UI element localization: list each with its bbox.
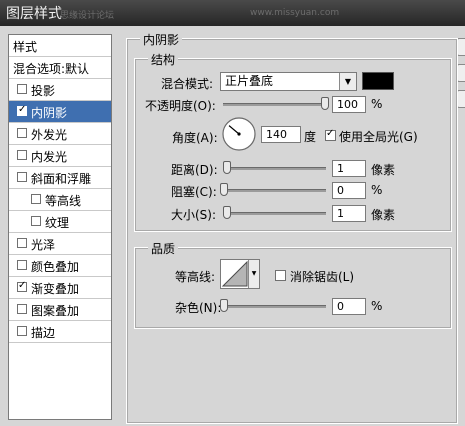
watermark-url: www.missyuan.com <box>250 8 340 18</box>
noise-slider-handle[interactable] <box>220 299 228 312</box>
antialias-label: 消除锯齿(L) <box>290 270 355 284</box>
global-light-checkbox[interactable] <box>325 128 336 141</box>
blend-mode-value: 正片叠底 <box>225 74 274 88</box>
contour-label: 等高线: <box>175 270 216 284</box>
size-slider-handle[interactable] <box>223 206 231 219</box>
new-style-button[interactable] <box>457 90 465 108</box>
angle-unit: 度 <box>304 130 317 144</box>
angle-dial[interactable] <box>221 116 257 152</box>
angle-input[interactable]: 140 <box>261 126 301 143</box>
opacity-slider-track[interactable] <box>223 103 326 106</box>
distance-slider-track[interactable] <box>223 167 326 170</box>
noise-unit: % <box>371 299 383 313</box>
sidebar-item-label: 描边 <box>31 326 56 340</box>
sidebar-item-label: 内阴影 <box>31 106 68 120</box>
sidebar-item[interactable]: 样式 <box>9 35 111 57</box>
sidebar-item-checkbox[interactable] <box>31 216 41 226</box>
blend-mode-select[interactable]: 正片叠底 ▼ <box>220 72 357 91</box>
sidebar-item[interactable]: 等高线 <box>9 189 111 211</box>
distance-unit: 像素 <box>371 163 396 177</box>
opacity-label: 不透明度(O): <box>145 99 216 113</box>
sidebar-item[interactable]: 混合选项:默认 <box>9 57 111 79</box>
sidebar-item-label: 光泽 <box>31 238 56 252</box>
chevron-down-icon: ▼ <box>339 73 356 90</box>
sidebar-item[interactable]: 颜色叠加 <box>9 255 111 277</box>
title-bar: 图层样式 思缘设计论坛 www.missyuan.com <box>0 0 465 26</box>
sidebar-item[interactable]: 描边 <box>9 321 111 343</box>
sidebar-item-checkbox[interactable] <box>17 260 27 270</box>
choke-slider-handle[interactable] <box>220 183 228 196</box>
choke-slider-track[interactable] <box>223 189 326 192</box>
ok-button[interactable] <box>457 38 465 56</box>
sidebar-item-label: 斜面和浮雕 <box>31 172 92 186</box>
sidebar-item[interactable]: 纹理 <box>9 211 111 233</box>
styles-list: 样式混合选项:默认投影内阴影外发光内发光斜面和浮雕等高线纹理光泽颜色叠加渐变叠加… <box>8 34 112 420</box>
shadow-color-swatch[interactable] <box>362 72 394 90</box>
window-title: 图层样式 <box>6 6 62 22</box>
noise-input[interactable]: 0 <box>332 298 366 315</box>
sidebar-item-label: 颜色叠加 <box>31 260 80 274</box>
opacity-input[interactable]: 100 <box>332 96 366 113</box>
sidebar-item-checkbox[interactable] <box>17 280 27 292</box>
choke-unit: % <box>371 183 383 197</box>
sidebar-item[interactable]: 投影 <box>9 79 111 101</box>
global-light-label: 使用全局光(G) <box>339 130 418 144</box>
sidebar-item-checkbox[interactable] <box>17 238 27 248</box>
antialias-checkbox[interactable] <box>275 270 286 281</box>
size-label: 大小(S): <box>171 208 217 222</box>
opacity-slider-handle[interactable] <box>321 97 329 110</box>
sidebar-item[interactable]: 光泽 <box>9 233 111 255</box>
noise-slider-track[interactable] <box>223 305 326 308</box>
sidebar-item-label: 样式 <box>13 40 38 54</box>
sidebar-item[interactable]: 内阴影 <box>9 101 111 123</box>
size-unit: 像素 <box>371 208 396 222</box>
sidebar-item-checkbox[interactable] <box>17 128 27 138</box>
contour-picker[interactable]: ▼ <box>220 259 260 289</box>
sidebar-item-checkbox[interactable] <box>17 326 27 336</box>
noise-label: 杂色(N): <box>175 301 222 315</box>
sidebar-item-label: 内发光 <box>31 150 68 164</box>
watermark-text: 思缘设计论坛 <box>60 11 115 21</box>
sidebar-item-checkbox[interactable] <box>17 150 27 160</box>
choke-input[interactable]: 0 <box>332 182 366 199</box>
quality-title: 品质 <box>148 240 179 257</box>
distance-slider-handle[interactable] <box>223 161 231 174</box>
sidebar-item-label: 渐变叠加 <box>31 282 80 296</box>
angle-label: 角度(A): <box>172 131 218 145</box>
distance-input[interactable]: 1 <box>332 160 366 177</box>
sidebar-item-checkbox[interactable] <box>17 304 27 314</box>
choke-label: 阻塞(C): <box>171 185 217 199</box>
structure-title: 结构 <box>148 51 179 68</box>
sidebar-item[interactable]: 渐变叠加 <box>9 277 111 299</box>
sidebar-item-label: 外发光 <box>31 128 68 142</box>
sidebar-item[interactable]: 内发光 <box>9 145 111 167</box>
sidebar-item[interactable]: 斜面和浮雕 <box>9 167 111 189</box>
sidebar-item[interactable]: 图案叠加 <box>9 299 111 321</box>
sidebar-item-label: 纹理 <box>45 216 70 230</box>
cancel-button[interactable] <box>457 64 465 82</box>
inner-shadow-title: 内阴影 <box>140 31 183 48</box>
opacity-unit: % <box>371 97 383 111</box>
chevron-down-icon: ▼ <box>248 260 259 288</box>
size-input[interactable]: 1 <box>332 205 366 222</box>
sidebar-item-label: 混合选项:默认 <box>13 62 90 76</box>
sidebar-item-label: 投影 <box>31 84 56 98</box>
sidebar-item-checkbox[interactable] <box>31 194 41 204</box>
blend-mode-label: 混合模式: <box>161 77 214 91</box>
sidebar-item-checkbox[interactable] <box>17 172 27 182</box>
sidebar-item-label: 图案叠加 <box>31 304 80 318</box>
quality-group <box>134 247 452 329</box>
distance-label: 距离(D): <box>171 163 218 177</box>
sidebar-item-label: 等高线 <box>45 194 82 208</box>
sidebar-item-checkbox[interactable] <box>17 84 27 94</box>
size-slider-track[interactable] <box>223 212 326 215</box>
contour-preview-icon <box>221 260 248 287</box>
sidebar-item[interactable]: 外发光 <box>9 123 111 145</box>
sidebar-item-checkbox[interactable] <box>17 104 27 116</box>
